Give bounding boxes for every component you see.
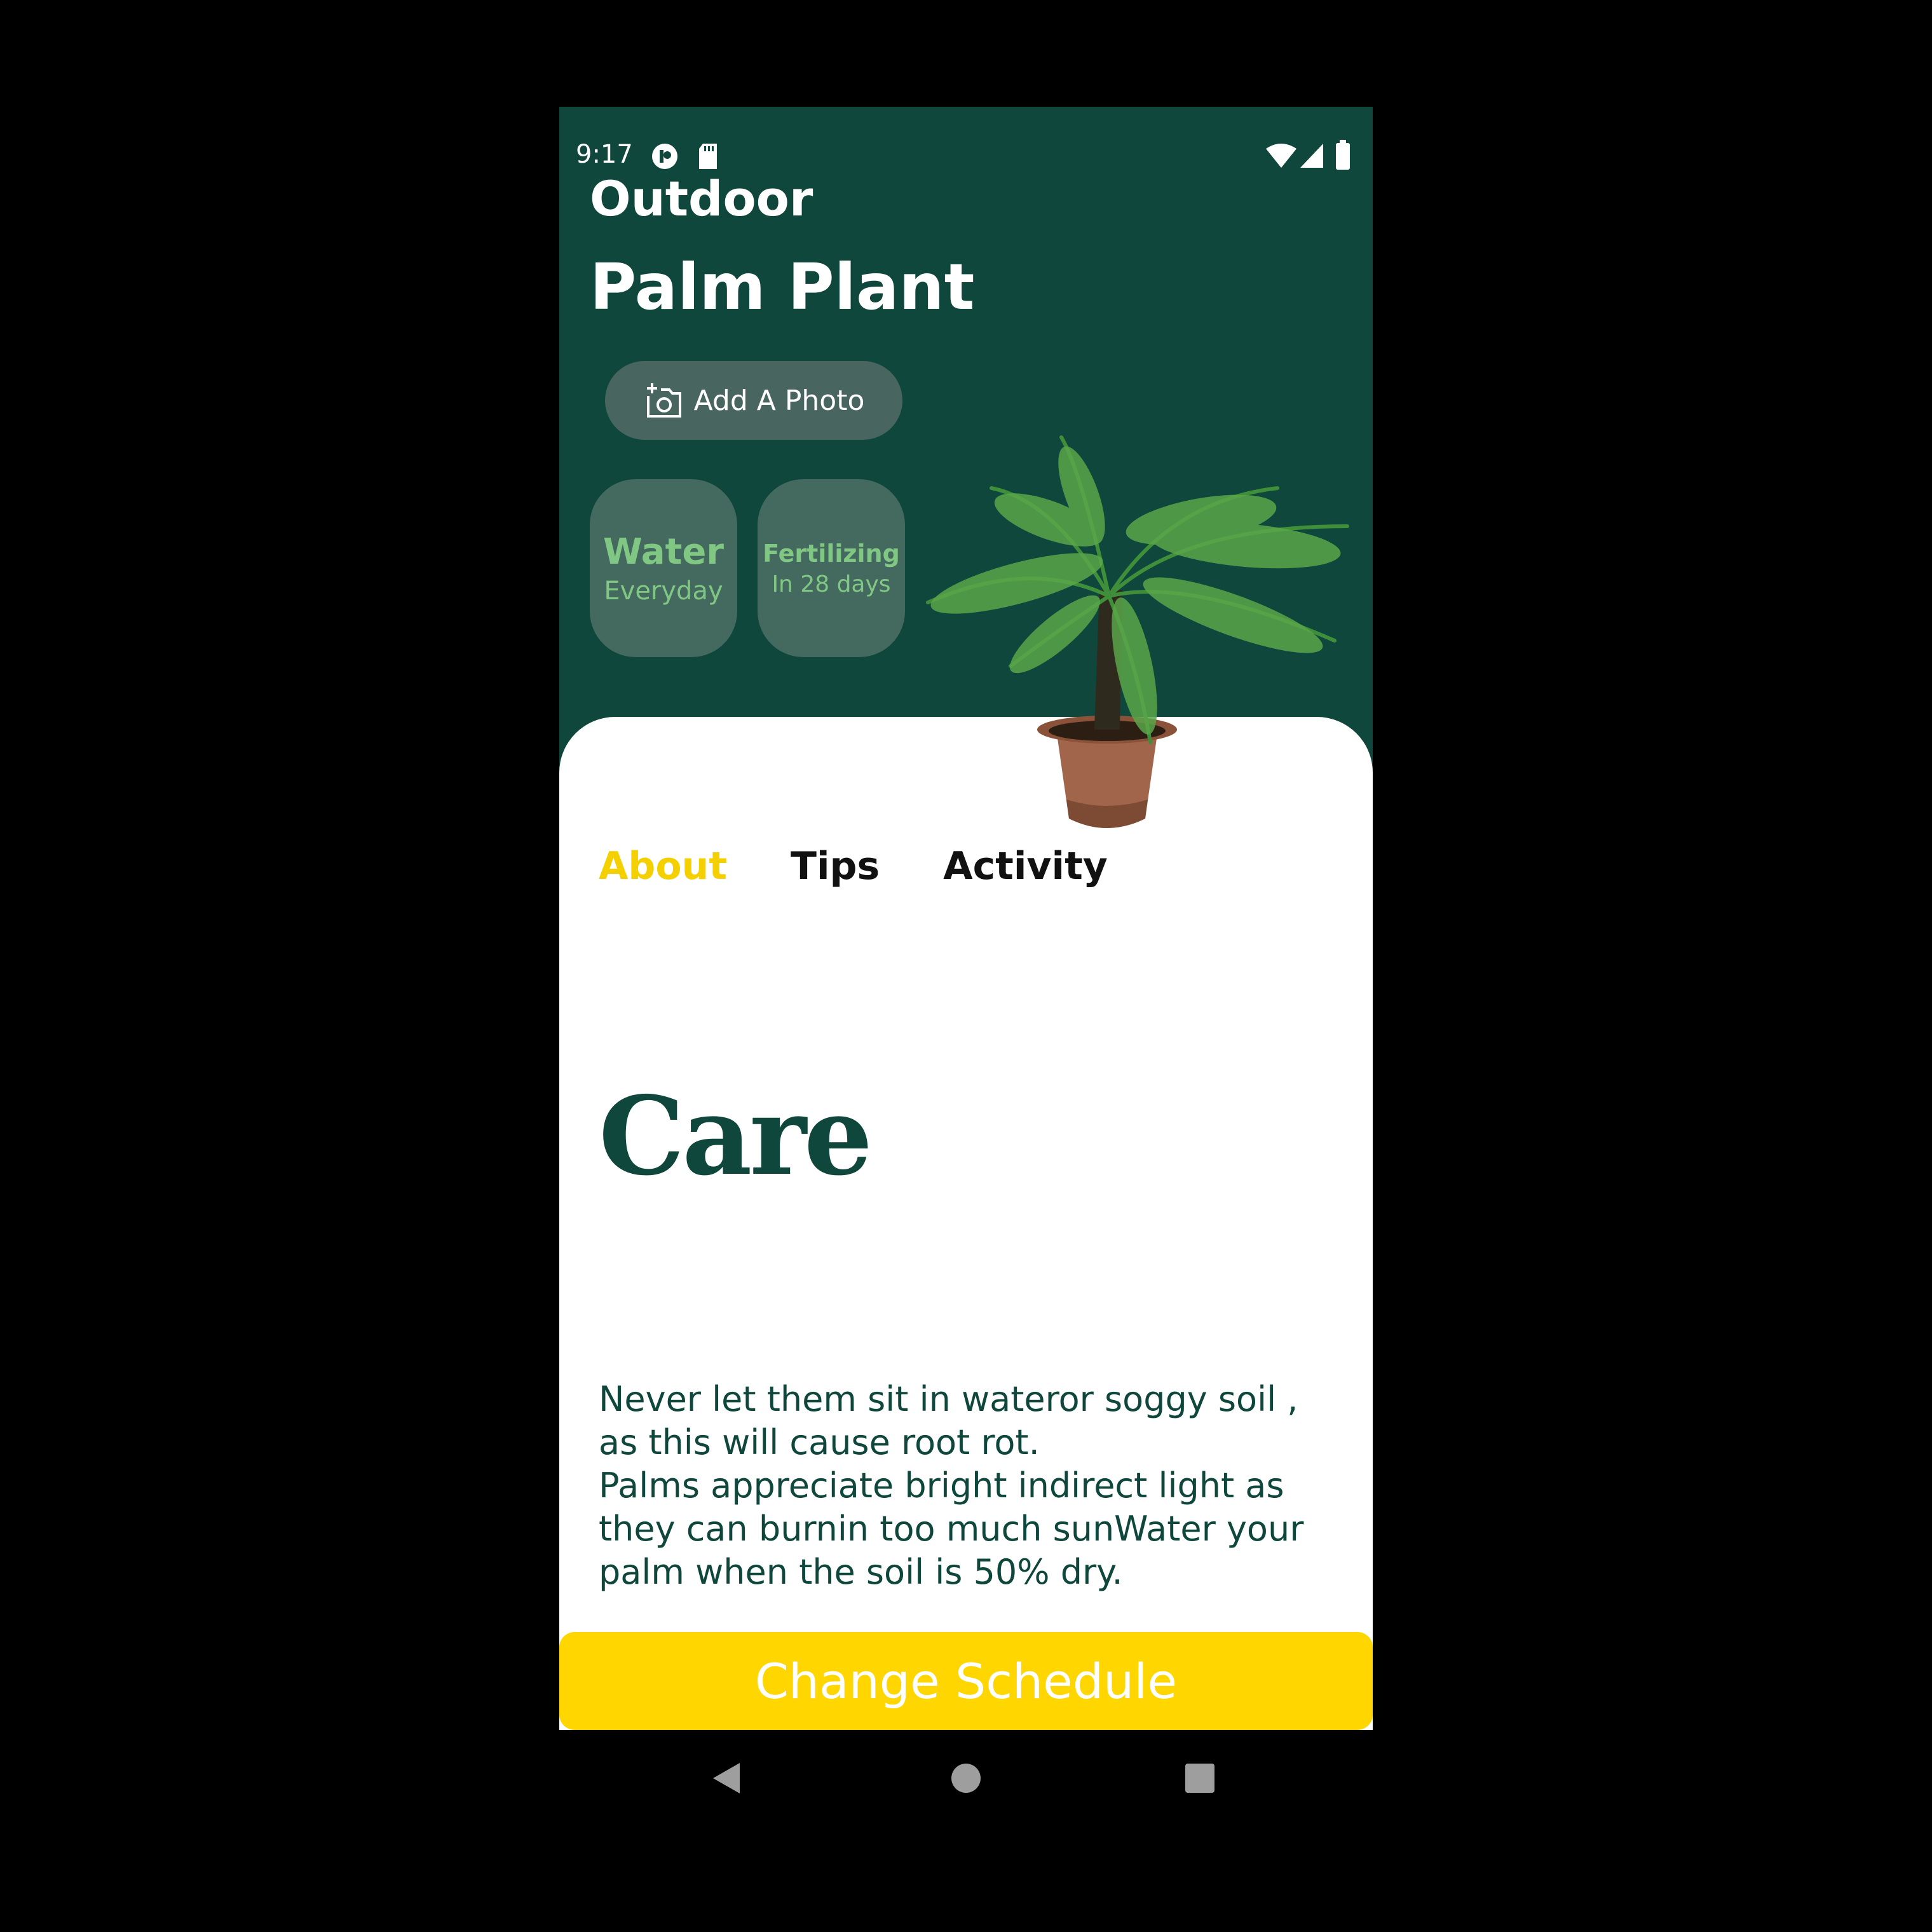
care-description: Never let them sit in wateror soggy soil… — [599, 1378, 1342, 1594]
care-line: Never let them sit in wateror soggy soil… — [599, 1379, 1298, 1419]
battery-icon — [1336, 140, 1350, 170]
tab-activity[interactable]: Activity — [943, 844, 1108, 888]
recents-icon[interactable] — [1185, 1763, 1215, 1793]
app-screen: 9:17 Outdoor Palm Plant Add A Photo Wate… — [559, 107, 1373, 1730]
fertilizing-schedule-card[interactable]: Fertilizing In 28 days — [758, 479, 905, 657]
home-icon[interactable] — [951, 1763, 981, 1793]
system-nav-bar — [559, 1730, 1373, 1825]
palm-plant-image — [926, 435, 1349, 828]
care-heading: Care — [599, 1073, 873, 1200]
change-schedule-button[interactable]: Change Schedule — [559, 1632, 1373, 1730]
back-icon[interactable] — [712, 1762, 741, 1795]
water-frequency: Everyday — [604, 576, 723, 606]
care-line: they can burnin too much sunWater your — [599, 1509, 1304, 1549]
fertilizing-title: Fertilizing — [763, 539, 900, 568]
status-time: 9:17 — [576, 140, 633, 169]
tab-bar: About Tips Activity — [599, 844, 1108, 888]
wifi-icon — [1266, 144, 1296, 168]
fertilizing-due: In 28 days — [772, 571, 891, 597]
water-title: Water — [603, 531, 724, 573]
care-line: as this will cause root rot. — [599, 1422, 1040, 1462]
care-line: palm when the soil is 50% dry. — [599, 1552, 1123, 1592]
water-schedule-card[interactable]: Water Everyday — [590, 479, 737, 657]
add-photo-icon — [646, 383, 681, 418]
plant-category: Outdoor — [590, 170, 813, 227]
add-photo-label: Add A Photo — [693, 384, 865, 417]
tab-tips[interactable]: Tips — [791, 844, 880, 888]
notification-icon — [652, 144, 677, 169]
plant-title: Palm Plant — [590, 250, 975, 324]
tab-about[interactable]: About — [599, 844, 727, 888]
status-bar: 9:17 — [559, 107, 1373, 170]
add-photo-button[interactable]: Add A Photo — [605, 361, 902, 440]
signal-icon — [1300, 144, 1323, 168]
care-line: Palms appreciate bright indirect light a… — [599, 1466, 1284, 1506]
sd-card-icon — [699, 144, 717, 169]
